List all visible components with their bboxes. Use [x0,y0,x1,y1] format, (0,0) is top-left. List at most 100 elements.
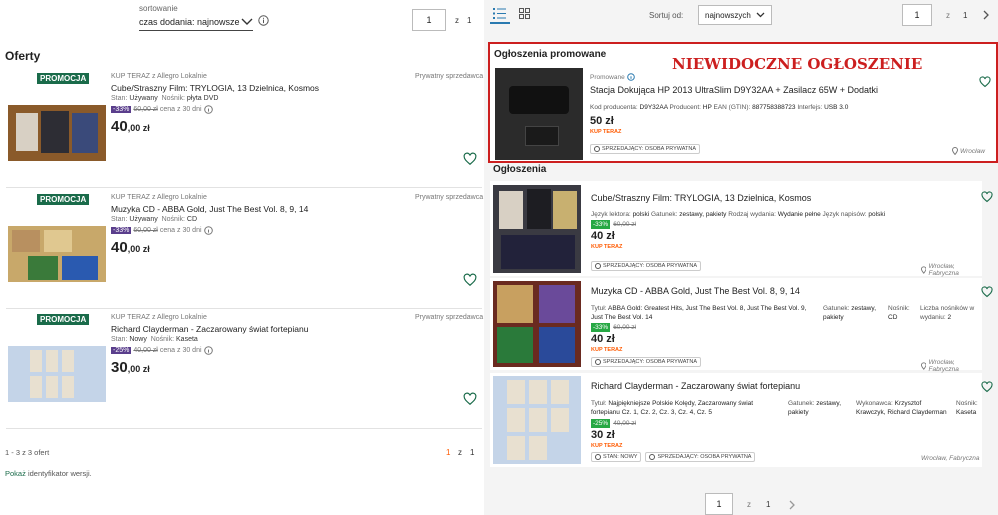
heart-icon[interactable] [981,191,993,203]
offer-thumbnail[interactable] [8,346,106,402]
cond-value: Używany [129,95,158,102]
ad-title[interactable]: Cube/Straszny Film: TRYLOGIA, 13 Dzielni… [591,193,811,203]
spec-label: Język lektora: [591,211,631,218]
grid-view-icon[interactable] [519,8,530,19]
bottom-page-total[interactable]: 1 [766,500,770,509]
ad-card[interactable]: Cube/Straszny Film: TRYLOGIA, 13 Dzielni… [490,181,993,277]
bottom-page-input-value: 1 [716,499,722,509]
spec-label: Interfejs: [797,104,823,111]
heart-icon[interactable] [981,286,993,298]
discount-badge: -25% [111,347,132,354]
info-icon[interactable] [626,73,635,81]
offer-price: 40,00 zł [111,118,150,135]
ad-card[interactable]: Richard Clayderman - Zaczarowany świat f… [490,373,993,467]
cond-value: Nowy [129,336,147,343]
spec-label: Kod producenta: [590,104,638,111]
seller-tag-text: SPRZEDAJĄCY: OSOBA PRYWATNA [657,454,752,460]
sort-select[interactable]: czas dodania: najnowsze [139,14,253,31]
ad-discount-row: -33% 60,00 zł [591,220,636,229]
ad-title[interactable]: Richard Clayderman - Zaczarowany świat f… [591,381,800,391]
heart-icon[interactable] [979,76,991,88]
page-total: 1 [467,16,472,25]
seller-tag-text: SPRZEDAJĄCY: OSOBA PRYWATNA [603,263,698,269]
medium-label: Nośnik: [150,336,175,343]
spec-label: Nośnik: [956,400,978,407]
list-view-icon[interactable] [493,8,506,19]
heart-icon[interactable] [981,381,993,393]
ad-card[interactable]: Muzyka CD - ABBA Gold, Just The Best Vol… [490,278,993,373]
offer-seller: Prywatny sprzedawca [415,194,484,201]
ad-discount-row: -25% 40,00 zł [591,419,636,428]
info-icon[interactable] [258,15,269,26]
offer-title[interactable]: Cube/Straszny Film: TRYLOGIA, 13 Dzielni… [111,83,319,93]
kup-teraz-label: KUP TERAZ [591,347,623,353]
offer-price: 30,00 zł [111,359,150,376]
sort-select[interactable]: najnowszych [698,5,772,25]
divider [6,308,482,309]
spec-value: polski [632,211,650,218]
ad-spec: Wykonawca: Krzysztof Krawczyk, Richard C… [856,399,948,417]
ad-thumbnail[interactable] [493,281,581,367]
page-input[interactable]: 1 [902,4,932,26]
offer-discount-row: -33% 60,00 zł cena z 30 dni [111,105,213,114]
offer-seller: Prywatny sprzedawca [415,73,484,80]
spec-value: HP [702,104,712,111]
chevron-right-icon[interactable] [789,500,795,510]
heart-icon[interactable] [463,392,477,406]
footer-page-total[interactable]: 1 [470,448,474,457]
discount-badge: -33% [591,220,611,229]
sort-select-value: czas dodania: najnowsze [139,17,240,27]
offer-source: KUP TERAZ z Allegro Lokalnie [111,73,207,80]
version-link[interactable]: Pokaż [5,469,26,478]
medium-value: płyta DVD [186,95,219,102]
ad-thumbnail[interactable] [493,185,581,273]
offer-thumbnail[interactable] [8,105,106,161]
ad-thumbnail[interactable] [493,376,581,464]
footer-page-sep: z [458,448,462,457]
cond-label: Stan: [111,336,128,343]
promoted-label-row: Promowane [590,73,635,81]
smile-icon [594,146,600,152]
ad-title[interactable]: Muzyka CD - ABBA Gold, Just The Best Vol… [591,286,800,296]
offer-title[interactable]: Richard Clayderman - Zaczarowany świat f… [111,324,308,334]
page-sep: z [455,16,459,25]
left-pane: sortowanie czas dodania: najnowsze 1 z 1… [0,0,484,515]
kup-teraz-label: KUP TERAZ [591,443,623,449]
seller-tag: SPRZEDAJĄCY: OSOBA PRYWATNA [591,261,702,271]
page-total[interactable]: 1 [963,11,967,20]
footer-page-current[interactable]: 1 [446,448,450,457]
bottom-page-input[interactable]: 1 [705,493,733,515]
seller-tag: SPRZEDAJĄCY: OSOBA PRYWATNA [645,452,756,462]
spec-value: D9Y32AA [639,104,668,111]
info-icon[interactable] [203,226,213,235]
condition-tag: STAN: NOWY [591,452,642,462]
seller-tag: SPRZEDAJĄCY: OSOBA PRYWATNA [590,144,701,154]
ad-spec: Tytuł: Najpiękniejsze Polskie Kolędy, Za… [591,399,781,417]
heart-icon[interactable] [463,152,477,166]
spec-value: zestawy, pakiety [679,211,727,218]
old-price: 60,00 zł [613,221,636,228]
offer-thumbnail[interactable] [8,226,106,282]
ad-spec: Tytuł: ABBA Gold: Greatest Hits, Just Th… [591,304,813,322]
old-price-suffix: cena z 30 dni [159,347,202,354]
info-icon[interactable] [203,105,213,114]
heart-icon[interactable] [463,273,477,287]
condition-tag-text: STAN: NOWY [603,454,638,460]
spec-value: 887758388723 [752,104,796,111]
old-price: 60,00 zł [133,106,158,113]
seller-tag-text: SPRZEDAJĄCY: OSOBA PRYWATNA [603,359,698,365]
chevron-right-icon[interactable] [983,10,989,20]
page-sep: z [946,11,950,20]
price-int: 40 [111,239,128,256]
offer-title[interactable]: Muzyka CD - ABBA Gold, Just The Best Vol… [111,204,308,214]
old-price-suffix: cena z 30 dni [159,106,202,113]
version-text: identyfikator wersji. [27,469,92,478]
page-input[interactable]: 1 [412,9,446,31]
smile-icon [595,454,601,460]
ad-price: 40 zł [591,230,615,242]
promo-title[interactable]: Stacja Dokująca HP 2013 UltraSlim D9Y32A… [590,85,878,95]
promo-badge: PROMOCJA [37,73,90,84]
promo-thumbnail[interactable] [495,68,583,160]
chevron-down-icon [756,12,765,18]
info-icon[interactable] [203,346,213,355]
